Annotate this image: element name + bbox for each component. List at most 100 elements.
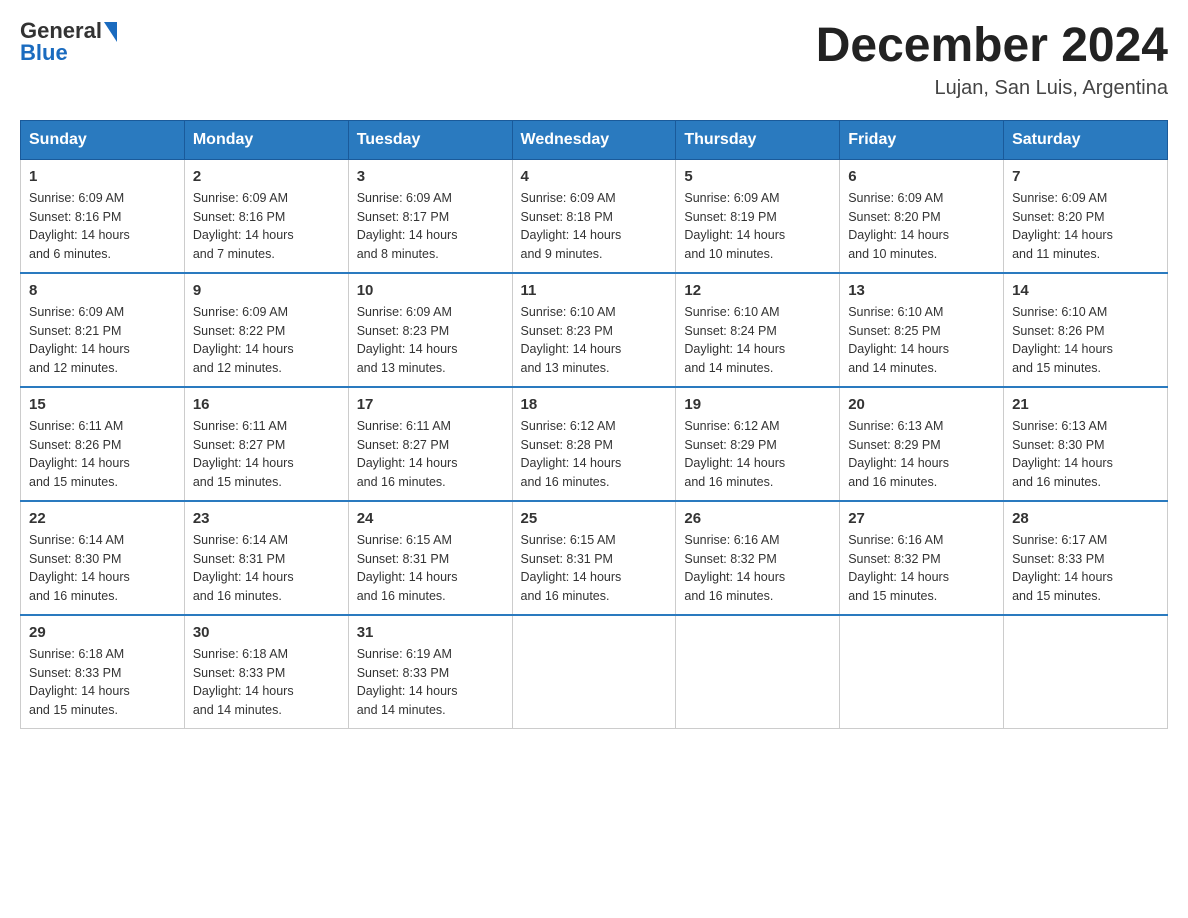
header-wednesday: Wednesday — [512, 120, 676, 159]
day-info: Sunrise: 6:14 AM Sunset: 8:30 PM Dayligh… — [29, 531, 176, 606]
day-info: Sunrise: 6:09 AM Sunset: 8:20 PM Dayligh… — [848, 189, 995, 264]
day-number: 27 — [848, 510, 995, 527]
day-info: Sunrise: 6:13 AM Sunset: 8:30 PM Dayligh… — [1012, 417, 1159, 492]
day-number: 15 — [29, 396, 176, 413]
calendar-week-row: 29 Sunrise: 6:18 AM Sunset: 8:33 PM Dayl… — [21, 615, 1168, 729]
calendar-day-cell: 11 Sunrise: 6:10 AM Sunset: 8:23 PM Dayl… — [512, 273, 676, 387]
calendar-day-cell: 8 Sunrise: 6:09 AM Sunset: 8:21 PM Dayli… — [21, 273, 185, 387]
day-info: Sunrise: 6:17 AM Sunset: 8:33 PM Dayligh… — [1012, 531, 1159, 606]
calendar-week-row: 15 Sunrise: 6:11 AM Sunset: 8:26 PM Dayl… — [21, 387, 1168, 501]
calendar-day-cell: 25 Sunrise: 6:15 AM Sunset: 8:31 PM Dayl… — [512, 501, 676, 615]
calendar-day-cell: 18 Sunrise: 6:12 AM Sunset: 8:28 PM Dayl… — [512, 387, 676, 501]
day-info: Sunrise: 6:11 AM Sunset: 8:26 PM Dayligh… — [29, 417, 176, 492]
calendar-day-cell: 1 Sunrise: 6:09 AM Sunset: 8:16 PM Dayli… — [21, 159, 185, 273]
day-number: 1 — [29, 168, 176, 185]
day-info: Sunrise: 6:12 AM Sunset: 8:29 PM Dayligh… — [684, 417, 831, 492]
day-info: Sunrise: 6:14 AM Sunset: 8:31 PM Dayligh… — [193, 531, 340, 606]
calendar-day-cell: 29 Sunrise: 6:18 AM Sunset: 8:33 PM Dayl… — [21, 615, 185, 729]
day-info: Sunrise: 6:13 AM Sunset: 8:29 PM Dayligh… — [848, 417, 995, 492]
day-info: Sunrise: 6:09 AM Sunset: 8:22 PM Dayligh… — [193, 303, 340, 378]
day-info: Sunrise: 6:16 AM Sunset: 8:32 PM Dayligh… — [848, 531, 995, 606]
day-info: Sunrise: 6:09 AM Sunset: 8:19 PM Dayligh… — [684, 189, 831, 264]
day-number: 7 — [1012, 168, 1159, 185]
day-number: 13 — [848, 282, 995, 299]
day-number: 30 — [193, 624, 340, 641]
day-info: Sunrise: 6:09 AM Sunset: 8:18 PM Dayligh… — [521, 189, 668, 264]
day-number: 22 — [29, 510, 176, 527]
calendar-day-cell: 31 Sunrise: 6:19 AM Sunset: 8:33 PM Dayl… — [348, 615, 512, 729]
calendar-day-cell: 5 Sunrise: 6:09 AM Sunset: 8:19 PM Dayli… — [676, 159, 840, 273]
day-number: 17 — [357, 396, 504, 413]
header-tuesday: Tuesday — [348, 120, 512, 159]
calendar-day-cell: 20 Sunrise: 6:13 AM Sunset: 8:29 PM Dayl… — [840, 387, 1004, 501]
day-info: Sunrise: 6:18 AM Sunset: 8:33 PM Dayligh… — [29, 645, 176, 720]
calendar-day-cell: 27 Sunrise: 6:16 AM Sunset: 8:32 PM Dayl… — [840, 501, 1004, 615]
day-number: 4 — [521, 168, 668, 185]
day-info: Sunrise: 6:10 AM Sunset: 8:25 PM Dayligh… — [848, 303, 995, 378]
calendar-day-cell: 13 Sunrise: 6:10 AM Sunset: 8:25 PM Dayl… — [840, 273, 1004, 387]
day-info: Sunrise: 6:18 AM Sunset: 8:33 PM Dayligh… — [193, 645, 340, 720]
day-info: Sunrise: 6:09 AM Sunset: 8:17 PM Dayligh… — [357, 189, 504, 264]
title-block: December 2024 Lujan, San Luis, Argentina — [816, 20, 1168, 100]
header-friday: Friday — [840, 120, 1004, 159]
calendar-day-cell: 14 Sunrise: 6:10 AM Sunset: 8:26 PM Dayl… — [1004, 273, 1168, 387]
logo[interactable]: General Blue — [20, 20, 117, 64]
day-info: Sunrise: 6:10 AM Sunset: 8:24 PM Dayligh… — [684, 303, 831, 378]
day-info: Sunrise: 6:12 AM Sunset: 8:28 PM Dayligh… — [521, 417, 668, 492]
calendar-day-cell: 23 Sunrise: 6:14 AM Sunset: 8:31 PM Dayl… — [184, 501, 348, 615]
day-number: 3 — [357, 168, 504, 185]
day-number: 24 — [357, 510, 504, 527]
calendar-day-cell: 24 Sunrise: 6:15 AM Sunset: 8:31 PM Dayl… — [348, 501, 512, 615]
calendar-day-cell: 10 Sunrise: 6:09 AM Sunset: 8:23 PM Dayl… — [348, 273, 512, 387]
day-info: Sunrise: 6:10 AM Sunset: 8:26 PM Dayligh… — [1012, 303, 1159, 378]
calendar-day-cell: 30 Sunrise: 6:18 AM Sunset: 8:33 PM Dayl… — [184, 615, 348, 729]
day-number: 5 — [684, 168, 831, 185]
calendar-day-cell — [512, 615, 676, 729]
day-number: 11 — [521, 282, 668, 299]
day-info: Sunrise: 6:15 AM Sunset: 8:31 PM Dayligh… — [357, 531, 504, 606]
page-header: General Blue December 2024 Lujan, San Lu… — [20, 20, 1168, 100]
day-info: Sunrise: 6:09 AM Sunset: 8:16 PM Dayligh… — [29, 189, 176, 264]
logo-blue: Blue — [20, 40, 68, 65]
day-number: 29 — [29, 624, 176, 641]
day-number: 18 — [521, 396, 668, 413]
calendar-week-row: 22 Sunrise: 6:14 AM Sunset: 8:30 PM Dayl… — [21, 501, 1168, 615]
day-number: 23 — [193, 510, 340, 527]
header-row: Sunday Monday Tuesday Wednesday Thursday… — [21, 120, 1168, 159]
header-monday: Monday — [184, 120, 348, 159]
calendar-day-cell: 26 Sunrise: 6:16 AM Sunset: 8:32 PM Dayl… — [676, 501, 840, 615]
day-info: Sunrise: 6:10 AM Sunset: 8:23 PM Dayligh… — [521, 303, 668, 378]
day-number: 12 — [684, 282, 831, 299]
day-info: Sunrise: 6:09 AM Sunset: 8:21 PM Dayligh… — [29, 303, 176, 378]
day-info: Sunrise: 6:11 AM Sunset: 8:27 PM Dayligh… — [357, 417, 504, 492]
day-info: Sunrise: 6:09 AM Sunset: 8:23 PM Dayligh… — [357, 303, 504, 378]
calendar-table: Sunday Monday Tuesday Wednesday Thursday… — [20, 120, 1168, 729]
day-number: 14 — [1012, 282, 1159, 299]
calendar-day-cell: 4 Sunrise: 6:09 AM Sunset: 8:18 PM Dayli… — [512, 159, 676, 273]
header-thursday: Thursday — [676, 120, 840, 159]
header-saturday: Saturday — [1004, 120, 1168, 159]
calendar-day-cell: 12 Sunrise: 6:10 AM Sunset: 8:24 PM Dayl… — [676, 273, 840, 387]
day-number: 10 — [357, 282, 504, 299]
day-info: Sunrise: 6:15 AM Sunset: 8:31 PM Dayligh… — [521, 531, 668, 606]
day-info: Sunrise: 6:09 AM Sunset: 8:20 PM Dayligh… — [1012, 189, 1159, 264]
location-subtitle: Lujan, San Luis, Argentina — [816, 77, 1168, 100]
day-number: 28 — [1012, 510, 1159, 527]
calendar-day-cell: 19 Sunrise: 6:12 AM Sunset: 8:29 PM Dayl… — [676, 387, 840, 501]
calendar-day-cell: 21 Sunrise: 6:13 AM Sunset: 8:30 PM Dayl… — [1004, 387, 1168, 501]
calendar-day-cell: 6 Sunrise: 6:09 AM Sunset: 8:20 PM Dayli… — [840, 159, 1004, 273]
day-number: 21 — [1012, 396, 1159, 413]
header-sunday: Sunday — [21, 120, 185, 159]
day-number: 26 — [684, 510, 831, 527]
calendar-day-cell: 3 Sunrise: 6:09 AM Sunset: 8:17 PM Dayli… — [348, 159, 512, 273]
day-info: Sunrise: 6:16 AM Sunset: 8:32 PM Dayligh… — [684, 531, 831, 606]
day-number: 9 — [193, 282, 340, 299]
calendar-week-row: 8 Sunrise: 6:09 AM Sunset: 8:21 PM Dayli… — [21, 273, 1168, 387]
calendar-day-cell — [1004, 615, 1168, 729]
calendar-day-cell: 22 Sunrise: 6:14 AM Sunset: 8:30 PM Dayl… — [21, 501, 185, 615]
day-number: 6 — [848, 168, 995, 185]
calendar-day-cell: 2 Sunrise: 6:09 AM Sunset: 8:16 PM Dayli… — [184, 159, 348, 273]
day-number: 8 — [29, 282, 176, 299]
calendar-day-cell: 15 Sunrise: 6:11 AM Sunset: 8:26 PM Dayl… — [21, 387, 185, 501]
day-info: Sunrise: 6:11 AM Sunset: 8:27 PM Dayligh… — [193, 417, 340, 492]
